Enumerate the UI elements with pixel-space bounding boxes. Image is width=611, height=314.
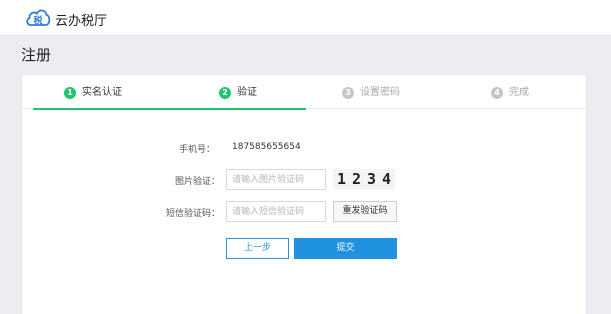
sms-code-input[interactable]: [226, 201, 326, 222]
step-progress-line: [33, 108, 306, 110]
captcha-char: 1: [337, 170, 347, 188]
captcha-char: 4: [382, 170, 392, 188]
step-number: 4: [491, 87, 503, 99]
step-number: 2: [219, 87, 231, 99]
resend-code-button[interactable]: 重发验证码: [333, 201, 397, 222]
step-number: 1: [64, 87, 76, 99]
logo-glyph: 税: [33, 15, 42, 27]
image-code-label: 图片验证：: [174, 177, 220, 187]
registration-card: 1 实名认证 2 验证 3 设置密码 4 完成 手机号： 18758565565…: [21, 74, 588, 314]
step-label: 完成: [509, 87, 529, 98]
page-title: 注册: [21, 46, 52, 64]
phone-label: 手机号：: [178, 145, 215, 155]
captcha-image[interactable]: 1 2 3 4: [333, 169, 395, 190]
submit-button[interactable]: 提交: [294, 238, 397, 259]
app-name: 云办税厅: [55, 14, 108, 29]
phone-value: 187585655654: [232, 142, 301, 152]
captcha-char: 2: [352, 170, 362, 188]
cloud-logo-icon[interactable]: 税: [25, 6, 51, 28]
previous-step-button[interactable]: 上一步: [226, 238, 289, 259]
sms-code-label: 短信验证码：: [165, 209, 220, 219]
step-label: 验证: [237, 87, 257, 98]
step-number: 3: [342, 87, 354, 99]
image-code-input[interactable]: [226, 169, 326, 190]
captcha-char: 3: [367, 170, 377, 188]
top-bar: 税 云办税厅: [0, 0, 611, 36]
step-label: 实名认证: [82, 87, 122, 98]
step-progress-bar: 1 实名认证 2 验证 3 设置密码 4 完成: [22, 75, 588, 110]
step-label: 设置密码: [360, 87, 400, 98]
